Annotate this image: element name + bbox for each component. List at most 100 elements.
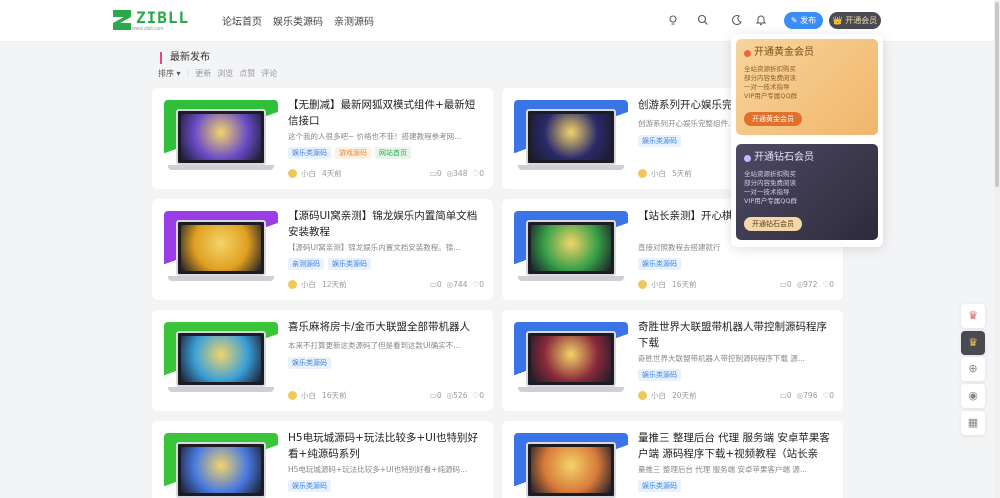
avatar[interactable] [638,391,647,400]
avatar[interactable] [288,169,297,178]
category-tag[interactable]: 娱乐类源码 [638,135,681,147]
comment-count-value: 0 [786,391,792,400]
laptop-mockup [526,220,616,276]
gold-vip-title-text: 开通黄金会员 [754,47,814,58]
view-count: ◎796 [797,391,818,400]
comment-count-value: 0 [786,280,792,289]
open-vip-label: 开通会员 [845,16,878,25]
post-time: 5天前 [672,169,692,178]
laptop-base [168,165,274,170]
post-title[interactable]: 【无删减】最新网狐双模式组件+最新短信接口 [288,97,484,129]
post-time: 20天前 [672,391,697,400]
category-tag[interactable]: 娱乐类源码 [638,369,681,381]
post-meta: 小白 16天前 ▭0 ◎972 ♡0 [638,279,834,290]
nav-item-entertainment-source[interactable]: 娱乐类源码 [273,13,323,28]
laptop-mockup [176,442,266,498]
post-thumbnail[interactable] [514,322,628,399]
open-gold-vip-button[interactable]: 开通黄金会员 [744,112,802,126]
like-count: ♡0 [472,391,484,400]
post-excerpt: H5电玩城源码+玩法比较多+UI也特别好看+纯源码... [288,465,468,474]
game-screen-image [531,114,611,160]
nav-item-tested-source[interactable]: 亲测源码 [334,13,374,28]
post-thumbnail[interactable] [164,322,278,399]
sort-label[interactable]: 排序 ▾ [158,68,181,79]
laptop-mockup [176,220,266,276]
category-tag[interactable]: 娱乐类源码 [638,480,681,492]
post-card[interactable]: 量推三 整理后台 代理 服务端 安卓苹果客户端 源码程序下载+视频教程（站长亲 … [502,421,843,498]
search-icon[interactable] [697,14,709,26]
avatar[interactable] [288,280,297,289]
post-tags: 娱乐类源码 [288,480,331,492]
like-count-value: 0 [829,391,834,400]
post-thumbnail[interactable] [514,100,628,177]
category-tag[interactable]: 亲测源码 [288,258,324,270]
scrollbar-thumb[interactable] [995,2,999,187]
post-card[interactable]: 【源码UI窝亲测】锦龙娱乐内置简单文档安装教程 【源码UI窝亲测】锦龙娱乐内置文… [152,199,493,300]
comment-icon: ▭ [429,169,437,178]
sort-option-comments[interactable]: 评论 [261,68,277,79]
category-tag[interactable]: 娱乐类源码 [288,480,331,492]
page-scrollbar[interactable] [994,0,1000,498]
category-tag[interactable]: 网站首页 [375,147,411,159]
view-count: ◎526 [447,391,468,400]
category-tag[interactable]: 娱乐类源码 [328,258,371,270]
bell-icon[interactable] [755,14,767,26]
open-vip-button[interactable]: 👑 开通会员 [829,12,881,29]
game-screen-image [181,447,261,493]
comment-count: ▭0 [780,391,792,400]
site-logo[interactable]: ZIBLL www.zibll.com [112,9,189,32]
like-count: ♡0 [822,280,834,289]
post-card[interactable]: H5电玩城源码+玩法比较多+UI也特别好看+纯源码系列 H5电玩城源码+玩法比较… [152,421,493,498]
category-tag[interactable]: 娱乐类源码 [638,258,681,270]
post-title[interactable]: 喜乐麻将房卡/金币大联盟全部带机器人 [288,319,484,335]
post-tags: 娱乐类源码 [638,480,681,492]
view-count-value: 348 [453,169,468,178]
author-name[interactable]: 小白 [651,168,666,179]
bulb-icon[interactable] [667,14,679,26]
post-thumbnail[interactable] [164,100,278,177]
publish-button[interactable]: ✎ 发布 [784,12,823,29]
author-name[interactable]: 小白 [651,390,666,401]
avatar[interactable] [288,391,297,400]
nav-item-forum-home[interactable]: 论坛首页 [222,13,262,28]
author-name[interactable]: 小白 [301,390,316,401]
post-card[interactable]: 【无删减】最新网狐双模式组件+最新短信接口 这个我的人很多吧~ 价格也不菲！搭建… [152,88,493,189]
category-tag[interactable]: 娱乐类源码 [288,147,331,159]
comment-icon: ▭ [779,280,787,289]
post-meta: 小白 4天前 ▭0 ◎348 ♡0 [288,168,484,179]
post-title[interactable]: 量推三 整理后台 代理 服务端 安卓苹果客户端 源码程序下载+视频教程（站长亲 [638,430,834,462]
open-diamond-vip-button[interactable]: 开通钻石会员 [744,217,802,231]
laptop-mockup [526,442,616,498]
sort-option-update[interactable]: 更新 [195,68,211,79]
post-thumbnail[interactable] [514,211,628,288]
view-count-value: 796 [803,391,818,400]
post-card[interactable]: 喜乐麻将房卡/金币大联盟全部带机器人 本来不打算更新这类源码了但是看到这款UI确… [152,310,493,411]
wechat-icon[interactable]: ◉ [961,384,985,408]
laptop-mockup [176,331,266,387]
vip-crown-icon[interactable]: ♛ [961,331,985,355]
avatar[interactable] [638,280,647,289]
post-title[interactable]: 奇胜世界大联盟带机器人带控制源码程序下载 [638,319,834,351]
post-thumbnail[interactable] [164,211,278,288]
post-card[interactable]: 奇胜世界大联盟带机器人带控制源码程序下载 奇胜世界大联盟带机器人带控制源码程序下… [502,310,843,411]
sort-option-views[interactable]: 浏览 [217,68,233,79]
post-tags: 娱乐类源码 [638,369,681,381]
moon-icon[interactable] [731,14,743,26]
laptop-base [518,165,624,170]
like-count-value: 0 [479,169,484,178]
avatar[interactable] [638,169,647,178]
author-name[interactable]: 小白 [301,168,316,179]
author-name[interactable]: 小白 [651,279,666,290]
author-name[interactable]: 小白 [301,279,316,290]
qrcode-icon[interactable]: ▦ [961,411,985,435]
post-title[interactable]: 【源码UI窝亲测】锦龙娱乐内置简单文档安装教程 [288,208,484,240]
post-thumbnail[interactable] [514,433,628,498]
category-tag[interactable]: 游戏源码 [335,147,371,159]
post-title[interactable]: H5电玩城源码+玩法比较多+UI也特别好看+纯源码系列 [288,430,484,462]
gift-icon[interactable]: ♛ [961,304,985,328]
category-tag[interactable]: 娱乐类源码 [288,357,331,369]
sort-option-likes[interactable]: 点赞 [239,68,255,79]
post-thumbnail[interactable] [164,433,278,498]
add-icon[interactable]: ⊕ [961,357,985,381]
view-count: ◎348 [447,169,468,178]
